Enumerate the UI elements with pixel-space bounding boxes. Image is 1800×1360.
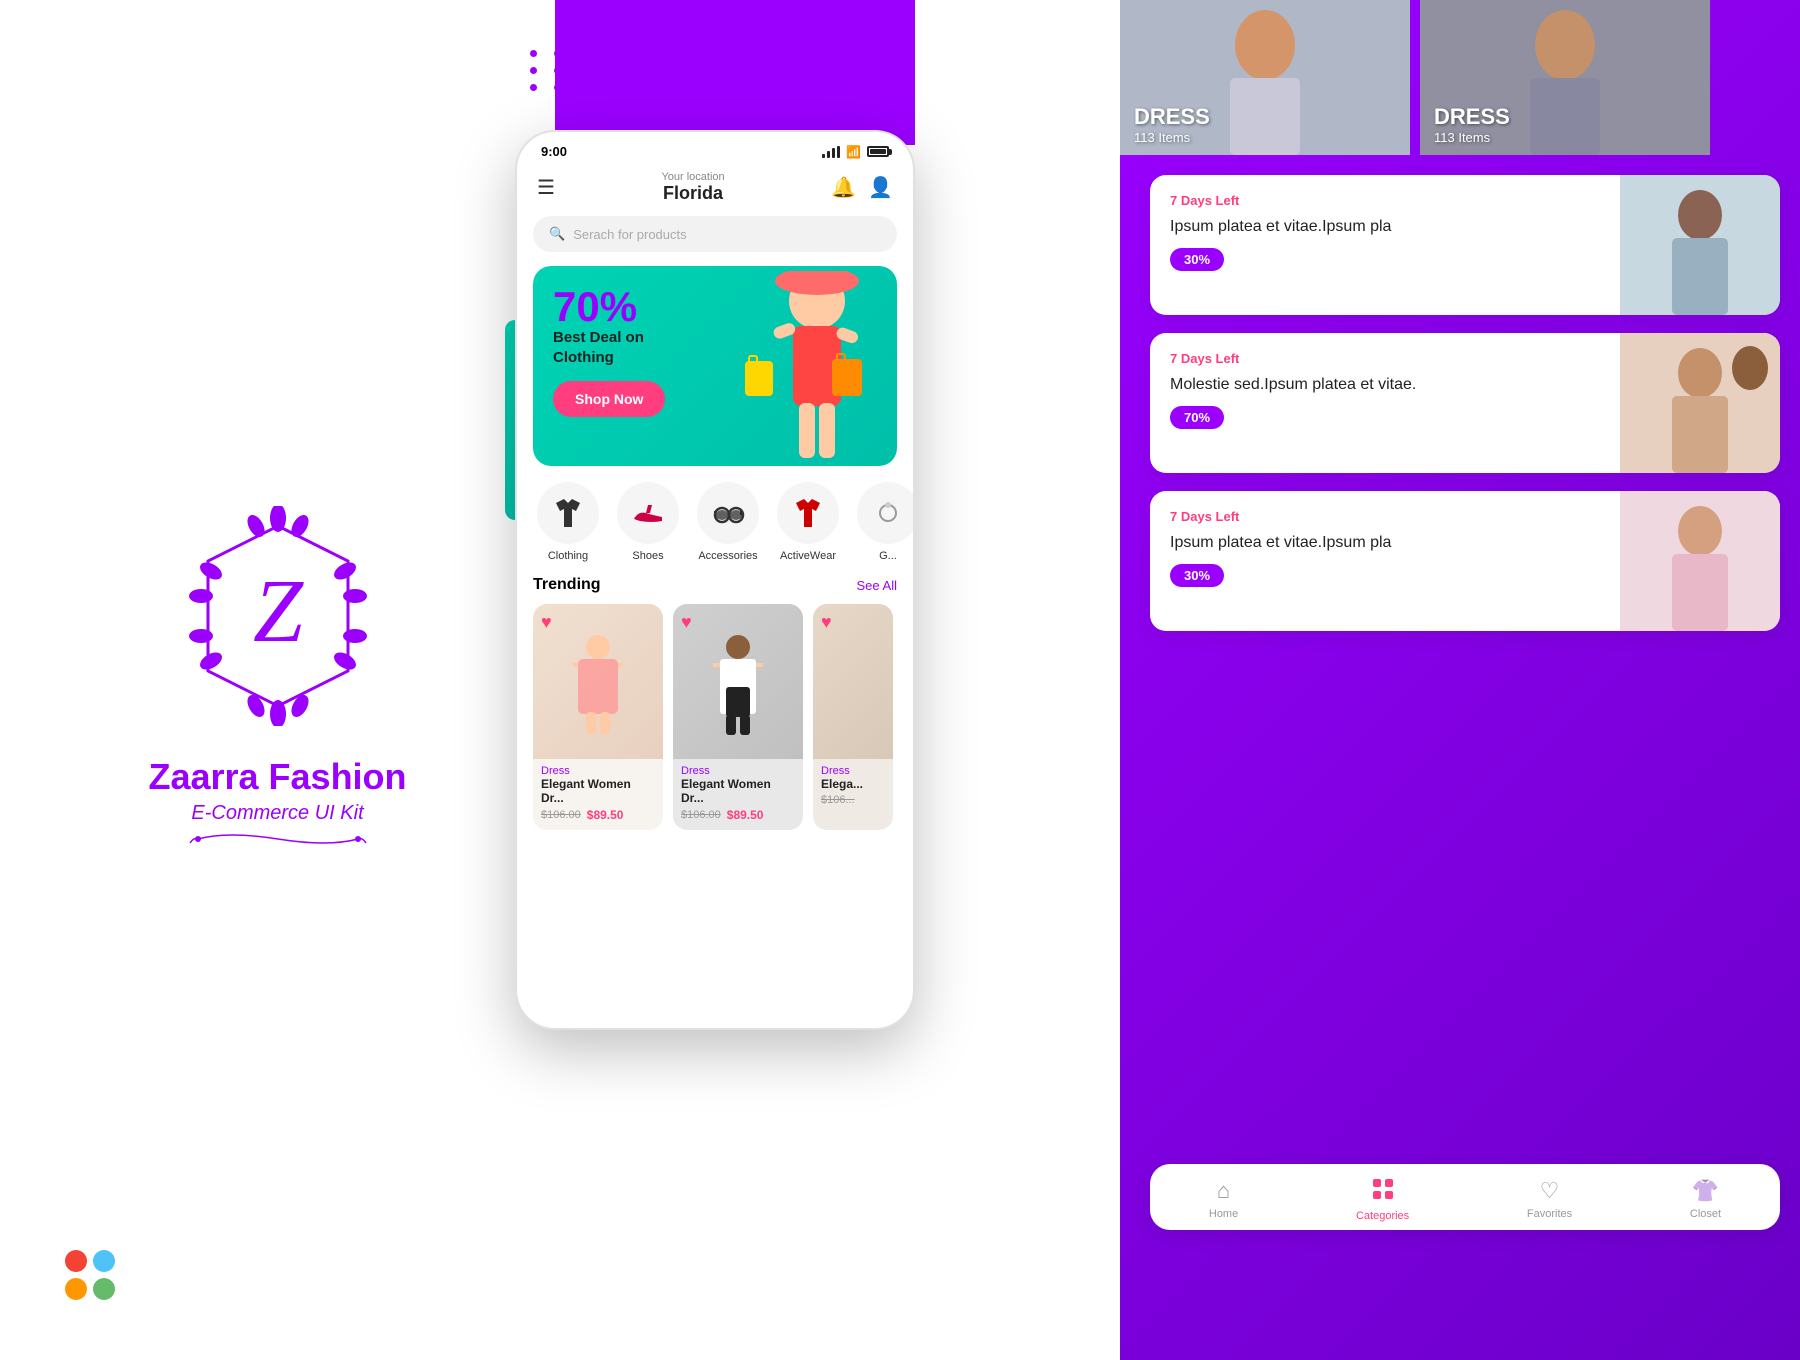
product-card-3[interactable]: ♥ Dress Elega... $106...	[813, 604, 893, 830]
figma-icon	[60, 1245, 120, 1310]
shop-now-button[interactable]: Shop Now	[553, 381, 665, 417]
dress-card-1[interactable]: DRESS 113 Items	[1120, 0, 1410, 155]
dress-card-2[interactable]: DRESS 113 Items	[1420, 0, 1710, 155]
categories-row: Clothing Shoes	[517, 466, 913, 562]
product-prices-1: $106.00 $89.50	[541, 808, 655, 822]
phone-mockup: 9:00 📶 ☰ Your location Florida	[515, 130, 915, 1030]
phone-header: ☰ Your location Florida 🔔 👤	[517, 167, 913, 216]
product-img-2: ♥	[673, 604, 803, 759]
sale-card-3-info: 7 Days Left Ipsum platea et vitae.Ipsum …	[1150, 491, 1620, 631]
wishlist-icon-3[interactable]: ♥	[821, 612, 832, 633]
rnav-categories-icon	[1372, 1178, 1394, 1206]
rnav-home-icon: ⌂	[1217, 1178, 1230, 1204]
svg-text:Z: Z	[252, 562, 303, 661]
brand-name: Zaarra Fashion E-Commerce UI Kit	[148, 756, 406, 854]
menu-icon[interactable]: ☰	[537, 175, 555, 200]
brand-logo: Z	[168, 506, 388, 726]
trending-title: Trending	[533, 576, 601, 594]
sale-card-1[interactable]: 7 Days Left Ipsum platea et vitae.Ipsum …	[1150, 175, 1780, 315]
dress-cards-top: DRESS 113 Items DRESS 113 Items	[1120, 0, 1800, 155]
search-icon: 🔍	[549, 226, 565, 242]
location-city: Florida	[661, 183, 724, 204]
header-action-icons: 🔔 👤	[831, 175, 893, 200]
wifi-icon: 📶	[846, 145, 861, 159]
signal-icon	[822, 146, 840, 158]
shoes-icon	[617, 482, 679, 544]
sale-card-3-img	[1620, 491, 1780, 631]
discount-badge-1: 30%	[1170, 248, 1224, 271]
sale-card-3[interactable]: 7 Days Left Ipsum platea et vitae.Ipsum …	[1150, 491, 1780, 631]
product-card-2[interactable]: ♥ Dress Elegant Women Dr...	[673, 604, 803, 830]
gems-icon	[857, 482, 913, 544]
discount-badge-3: 30%	[1170, 564, 1224, 587]
category-activewear[interactable]: ActiveWear	[773, 482, 843, 562]
product-info-1: Dress Elegant Women Dr... $106.00 $89.50	[533, 759, 663, 830]
category-accessories[interactable]: Accessories	[693, 482, 763, 562]
sale-card-2-img	[1620, 333, 1780, 473]
sale-card-1-img	[1620, 175, 1780, 315]
wishlist-icon-2[interactable]: ♥	[681, 612, 692, 633]
rnav-closet[interactable]: 👚 Closet	[1690, 1178, 1721, 1222]
promo-banner[interactable]: 70% Best Deal on Clothing Shop Now	[533, 266, 897, 466]
rnav-closet-icon: 👚	[1692, 1178, 1719, 1204]
dress-card-1-overlay: DRESS 113 Items	[1120, 94, 1224, 155]
location-display: Your location Florida	[661, 171, 724, 204]
product-card-1[interactable]: ♥ Dress Elegant Women Dr... $106.00	[533, 604, 663, 830]
product-img-3: ♥	[813, 604, 893, 759]
category-clothing[interactable]: Clothing	[533, 482, 603, 562]
rnav-categories[interactable]: Categories	[1356, 1178, 1409, 1222]
left-panel: Z Zaarra Fashion E-Commerce UI Kit	[0, 0, 555, 1360]
notification-icon[interactable]: 🔔	[831, 175, 856, 200]
rnav-home[interactable]: ⌂ Home	[1209, 1178, 1238, 1222]
search-bar[interactable]: 🔍 Serach for products	[533, 216, 897, 252]
product-info-3: Dress Elega... $106...	[813, 759, 893, 814]
activewear-icon	[777, 482, 839, 544]
sale-card-2[interactable]: 7 Days Left Molestie sed.Ipsum platea et…	[1150, 333, 1780, 473]
battery-icon	[867, 146, 889, 157]
wishlist-icon-1[interactable]: ♥	[541, 612, 552, 633]
search-placeholder: Serach for products	[573, 227, 686, 242]
dress-card-2-overlay: DRESS 113 Items	[1420, 94, 1524, 155]
rnav-favorites-icon: ♡	[1540, 1178, 1560, 1204]
trending-header: Trending See All	[517, 562, 913, 604]
status-icons: 📶	[822, 145, 889, 159]
sale-card-1-info: 7 Days Left Ipsum platea et vitae.Ipsum …	[1150, 175, 1620, 315]
product-prices-3: $106...	[821, 794, 885, 806]
category-gems[interactable]: G...	[853, 482, 913, 562]
products-row: ♥ Dress Elegant Women Dr... $106.00	[517, 604, 913, 830]
location-label: Your location	[661, 171, 724, 183]
phone-frame: 9:00 📶 ☰ Your location Florida	[515, 130, 915, 1030]
status-bar: 9:00 📶	[517, 132, 913, 167]
right-bottom-nav: ⌂ Home Categories ♡ Favorites 👚 Closet	[1150, 1164, 1780, 1230]
rnav-favorites[interactable]: ♡ Favorites	[1527, 1178, 1572, 1222]
dot-pattern	[530, 50, 664, 91]
discount-badge-2: 70%	[1170, 406, 1224, 429]
right-panel: DRESS 113 Items DRESS 113 Items 7 Days L…	[1120, 0, 1800, 1360]
product-img-1: ♥	[533, 604, 663, 759]
profile-icon[interactable]: 👤	[868, 175, 893, 200]
sale-cards: 7 Days Left Ipsum platea et vitae.Ipsum …	[1150, 175, 1780, 631]
product-prices-2: $106.00 $89.50	[681, 808, 795, 822]
accessories-icon	[697, 482, 759, 544]
clothing-icon	[537, 482, 599, 544]
see-all-link[interactable]: See All	[857, 578, 897, 593]
product-info-2: Dress Elegant Women Dr... $106.00 $89.50	[673, 759, 803, 830]
category-shoes[interactable]: Shoes	[613, 482, 683, 562]
status-time: 9:00	[541, 144, 567, 159]
sale-card-2-info: 7 Days Left Molestie sed.Ipsum platea et…	[1150, 333, 1620, 473]
